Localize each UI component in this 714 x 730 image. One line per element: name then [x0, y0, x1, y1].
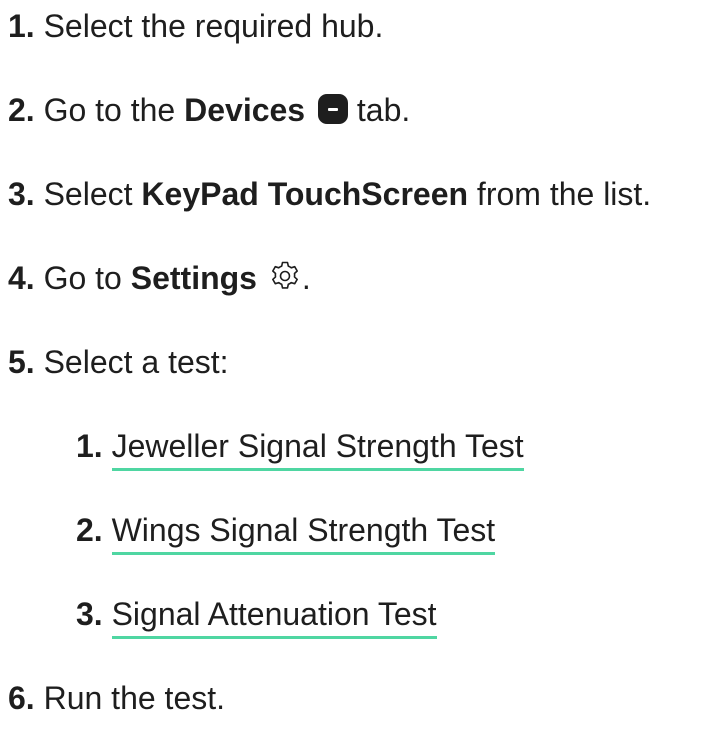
substep-number: 1.	[76, 428, 103, 464]
step-number: 1.	[8, 8, 35, 44]
step-text: Go to the	[43, 92, 176, 128]
gear-icon	[271, 261, 298, 289]
test-item-attenuation: 3. Signal Attenuation Test	[76, 594, 437, 639]
step-text: Select the required hub.	[43, 8, 384, 44]
step-text-suffix: tab.	[356, 92, 411, 128]
step-text: Select a test:	[43, 344, 229, 380]
step-3: 3. Select KeyPad TouchScreen from the li…	[8, 174, 651, 214]
step-2: 2. Go to the Devices tab.	[8, 90, 410, 130]
step-text-suffix: from the list.	[476, 176, 652, 212]
step-text-suffix: .	[301, 260, 311, 296]
step-text: Select	[43, 176, 133, 212]
step-6: 6. Run the test.	[8, 678, 225, 718]
settings-name: Settings	[130, 260, 257, 296]
step-1: 1. Select the required hub.	[8, 6, 383, 46]
step-5: 5. Select a test:	[8, 342, 229, 382]
device-name: KeyPad TouchScreen	[141, 176, 469, 212]
step-text: Run the test.	[43, 680, 226, 716]
signal-attenuation-test-link[interactable]: Signal Attenuation Test	[111, 594, 437, 639]
wings-signal-test-link[interactable]: Wings Signal Strength Test	[111, 510, 496, 555]
step-number: 6.	[8, 680, 35, 716]
test-item-jeweller: 1. Jeweller Signal Strength Test	[76, 426, 524, 471]
devices-tab-icon	[317, 94, 348, 124]
step-number: 2.	[8, 92, 35, 128]
step-number: 4.	[8, 260, 35, 296]
step-4: 4. Go to Settings .	[8, 258, 311, 298]
step-text: Go to	[43, 260, 122, 296]
step-number: 5.	[8, 344, 35, 380]
jeweller-signal-test-link[interactable]: Jeweller Signal Strength Test	[111, 426, 524, 471]
devices-tab-name: Devices	[184, 92, 306, 128]
test-item-wings: 2. Wings Signal Strength Test	[76, 510, 496, 555]
substep-number: 3.	[76, 596, 103, 632]
step-number: 3.	[8, 176, 35, 212]
substep-number: 2.	[76, 512, 103, 548]
